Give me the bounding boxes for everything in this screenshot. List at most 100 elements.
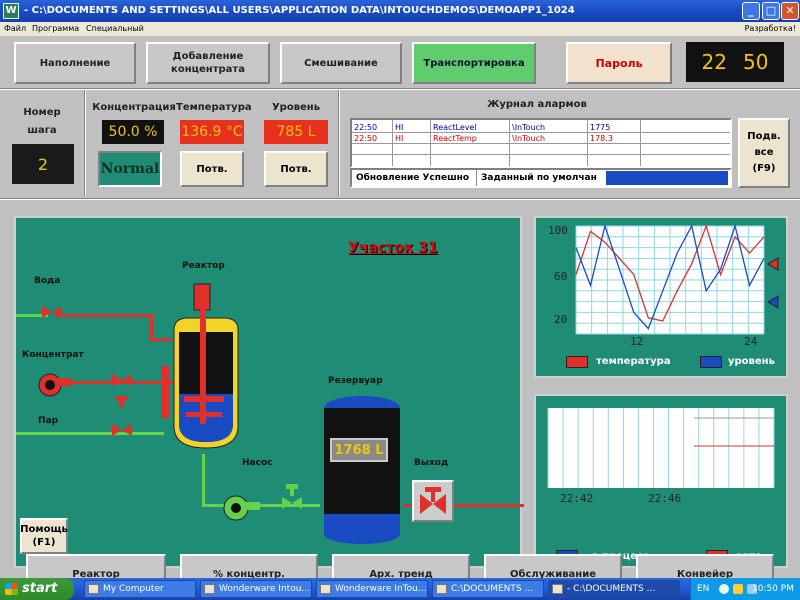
concentration-status: Normal xyxy=(98,151,162,187)
divider xyxy=(84,90,86,196)
trend-chart-1[interactable]: 100 60 20 12 24 xyxy=(536,218,786,376)
ack-all-label: все xyxy=(754,147,774,158)
maximize-button[interactable]: □ xyxy=(762,2,780,20)
nav-add-concentrate-button[interactable]: Добавление концентрата xyxy=(146,42,270,84)
window-title: - C:\DOCUMENTS AND SETTINGS\ALL USERS\AP… xyxy=(24,5,575,16)
menu-file[interactable]: Файл xyxy=(4,22,26,36)
alarm-status-default: Заданный по умолчан xyxy=(476,170,600,186)
security-icon[interactable] xyxy=(733,584,743,594)
minimize-button[interactable]: _ xyxy=(742,2,760,20)
transfer-pump-icon xyxy=(223,495,260,521)
menu-special[interactable]: Специальный xyxy=(86,22,144,36)
level-value: 785 L xyxy=(264,120,328,144)
x-tick: 22:46 xyxy=(648,492,681,505)
concentration-value: 50.0 % xyxy=(102,120,164,144)
x-tick: 12 xyxy=(630,335,643,348)
ack-all-button[interactable]: Подв. все (F9) xyxy=(738,118,790,188)
app-icon xyxy=(552,584,563,594)
level-ack-button[interactable]: Потв. xyxy=(264,151,328,187)
outlet-valve-button[interactable] xyxy=(412,480,454,522)
help-hotkey: (F1) xyxy=(32,537,56,548)
reservoir-label: Резервуар xyxy=(328,376,383,386)
language-indicator[interactable]: EN xyxy=(697,578,709,600)
window-titlebar[interactable]: W - C:\DOCUMENTS AND SETTINGS\ALL USERS\… xyxy=(0,0,800,22)
alarm-grid xyxy=(352,120,730,166)
x-tick: 24 xyxy=(744,335,758,348)
step-label: Номер шага xyxy=(23,107,61,136)
help-label: Помощь xyxy=(20,524,68,535)
task-label: Wonderware InTou... xyxy=(335,584,427,594)
pump-valve[interactable] xyxy=(282,495,302,509)
trend-panel-1: 100 60 20 12 24 температура уровень xyxy=(534,216,788,378)
taskbar: start My Computer Wonderware Intou... Wo… xyxy=(0,578,800,600)
clock-hours: 22 xyxy=(701,50,727,74)
folder-icon xyxy=(436,584,447,594)
task-my-computer[interactable]: My Computer xyxy=(84,580,196,598)
nav-mixing-button[interactable]: Смешивание xyxy=(280,42,402,84)
trend-chart-2[interactable]: 22:42 22:46 xyxy=(536,396,786,566)
task-wonderware-2[interactable]: Wonderware InTou... xyxy=(316,580,428,598)
level-marker-icon xyxy=(767,295,779,309)
outlet-label: Выход xyxy=(414,458,449,468)
system-tray: EN 10:50 PM xyxy=(690,578,800,600)
water-pipe-flow xyxy=(56,314,152,317)
level-legend-label: уровень xyxy=(728,356,775,367)
alarm-progress-bar xyxy=(606,171,728,185)
task-documents[interactable]: C:\DOCUMENTS ... xyxy=(432,580,544,598)
clock-minutes: 50 xyxy=(743,50,769,74)
divider xyxy=(0,198,800,200)
start-label: start xyxy=(22,581,58,596)
close-button[interactable]: ✕ xyxy=(781,2,799,20)
valve-handle xyxy=(116,396,128,401)
reservoir-level-display: 1768 L xyxy=(330,438,388,462)
nav-filling-button[interactable]: Наполнение xyxy=(14,42,136,84)
x-tick: 22:42 xyxy=(560,492,593,505)
task-label: - C:\DOCUMENTS ... xyxy=(567,584,656,594)
reactor-vessel xyxy=(161,283,239,449)
window-icon xyxy=(204,584,215,594)
menu-program[interactable]: Программа xyxy=(32,22,79,36)
alarm-table[interactable]: 22:50 HI ReactLevel \InTouch 1775 22:50 … xyxy=(350,118,732,168)
temperature-value: 136.9 °C xyxy=(180,120,244,144)
y-tick: 20 xyxy=(554,313,567,326)
valve-handle xyxy=(286,484,298,489)
task-label: C:\DOCUMENTS ... xyxy=(451,584,534,594)
alarm-status-ok: Обновление Успешно xyxy=(356,173,470,183)
help-button[interactable]: Помощь (F1) xyxy=(20,518,68,554)
outlet-valve-icon xyxy=(420,487,446,514)
level-legend-swatch xyxy=(700,356,722,368)
process-diagram: Участок 31 Реактор Вода Концентрат Пар Р… xyxy=(14,216,524,568)
reactor-label: Реактор xyxy=(182,261,225,271)
section-title: Участок 31 xyxy=(348,240,438,256)
divider xyxy=(0,88,800,90)
reservoir-tank xyxy=(324,396,400,544)
y-tick: 100 xyxy=(548,224,568,237)
network-icon[interactable] xyxy=(719,584,729,594)
password-button[interactable]: Пароль xyxy=(566,42,672,84)
start-button[interactable]: start xyxy=(0,578,74,600)
menu-develop[interactable]: Разработка! xyxy=(745,22,796,36)
temperature-legend-swatch xyxy=(566,356,588,368)
menu-bar: Файл Программа Специальный Разработка! xyxy=(0,22,800,36)
window-icon xyxy=(320,584,331,594)
ack-all-label: Подв. xyxy=(747,131,781,142)
trend-panel-2: 22:42 22:46 в процесе авто xyxy=(534,394,788,568)
task-wonderware-1[interactable]: Wonderware Intou... xyxy=(200,580,312,598)
concentration-label: Концентрация xyxy=(92,102,176,113)
task-demoapp[interactable]: - C:\DOCUMENTS ... xyxy=(548,580,680,598)
clock-display: 22 50 xyxy=(686,42,784,82)
concentrate-label: Концентрат xyxy=(22,350,84,360)
nav-transport-button[interactable]: Транспортировка xyxy=(412,42,536,84)
steam-valve[interactable] xyxy=(112,422,132,436)
temperature-ack-button[interactable]: Потв. xyxy=(180,151,244,187)
computer-icon xyxy=(88,584,99,594)
water-valve[interactable] xyxy=(42,304,62,318)
level-label: Уровень xyxy=(271,102,321,113)
hmi-screen: Наполнение Добавление концентрата Смешив… xyxy=(0,36,800,594)
temperature-label: Температура xyxy=(176,102,252,113)
concentrate-valve[interactable] xyxy=(112,372,132,386)
temperature-legend-label: температура xyxy=(596,356,671,367)
task-label: Wonderware Intou... xyxy=(219,584,310,594)
divider xyxy=(338,90,340,196)
steam-pipe xyxy=(16,432,112,435)
